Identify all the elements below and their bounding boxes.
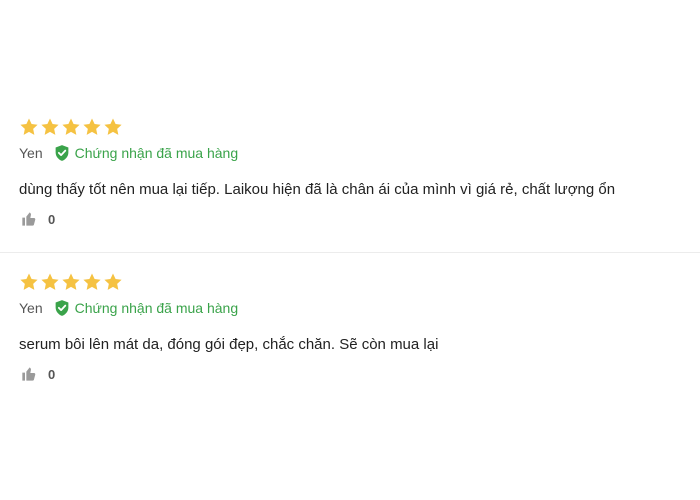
review-item: Yen Chứng nhận đã mua hàng serum bôi lên… — [0, 272, 700, 383]
like-count: 0 — [48, 211, 56, 227]
review-item: Yen Chứng nhận đã mua hàng dùng thấy tốt… — [0, 117, 700, 228]
star-icon — [20, 118, 38, 135]
review-content: serum bôi lên mát da, đóng gói đẹp, chắc… — [19, 336, 439, 353]
star-rating — [19, 117, 700, 137]
star-icon — [41, 273, 59, 290]
star-icon — [62, 273, 80, 290]
star-icon — [104, 273, 122, 290]
star-icon — [20, 273, 38, 290]
review-divider — [0, 252, 700, 253]
review-likes: 0 — [19, 210, 700, 228]
star-icon — [104, 118, 122, 135]
star-rating — [19, 272, 700, 292]
star-icon — [41, 118, 59, 135]
thumbs-up-icon — [22, 367, 36, 381]
star-icon — [62, 118, 80, 135]
review-meta: Yen Chứng nhận đã mua hàng — [19, 143, 700, 163]
like-button[interactable]: 0 — [19, 211, 55, 227]
verified-check-icon — [55, 300, 68, 316]
like-button[interactable]: 0 — [19, 366, 55, 382]
reviewer-name: Yen — [19, 145, 43, 161]
review-meta: Yen Chứng nhận đã mua hàng — [19, 298, 700, 318]
verified-check-icon — [55, 145, 68, 161]
star-icon — [83, 118, 101, 135]
star-icon — [83, 273, 101, 290]
thumbs-up-icon — [22, 212, 36, 226]
verified-purchase-label: Chứng nhận đã mua hàng — [74, 300, 239, 316]
like-count: 0 — [48, 366, 56, 382]
verified-purchase-label: Chứng nhận đã mua hàng — [74, 145, 239, 161]
review-content: dùng thấy tốt nên mua lại tiếp. Laikou h… — [19, 181, 616, 198]
review-likes: 0 — [19, 365, 700, 383]
reviewer-name: Yen — [19, 300, 43, 316]
